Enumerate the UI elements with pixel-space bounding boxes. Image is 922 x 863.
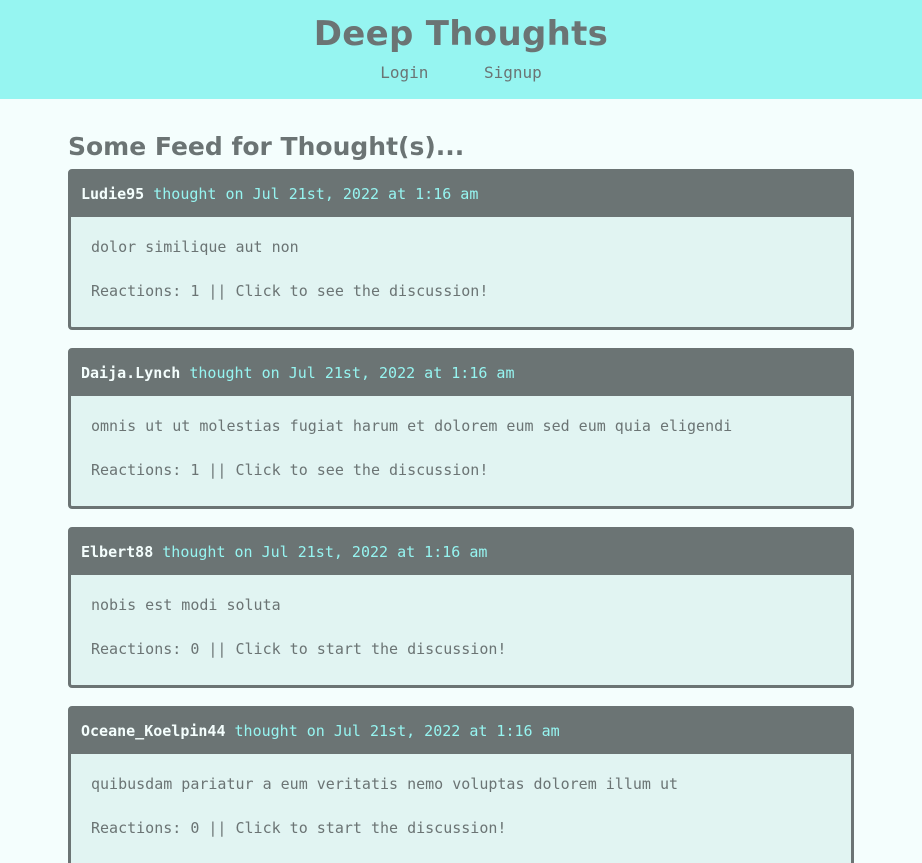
thought-reactions-link[interactable]: Reactions: 0 || Click to start the discu… [91, 818, 831, 838]
thought-card-header: Oceane_Koelpin44 thought on Jul 21st, 20… [71, 709, 851, 754]
thought-username-link[interactable]: Oceane_Koelpin44 [81, 722, 226, 740]
thought-meta: thought on Jul 21st, 2022 at 1:16 am [162, 543, 488, 561]
main-content: Some Feed for Thought(s)... Ludie95 thou… [0, 99, 922, 863]
thought-reactions-link[interactable]: Reactions: 1 || Click to see the discuss… [91, 281, 831, 301]
thought-username-link[interactable]: Elbert88 [81, 543, 153, 561]
thought-card-body[interactable]: quibusdam pariatur a eum veritatis nemo … [71, 754, 851, 863]
thought-text: nobis est modi soluta [91, 596, 281, 614]
thought-reactions-link[interactable]: Reactions: 1 || Click to see the discuss… [91, 460, 831, 480]
thought-text: dolor similique aut non [91, 238, 299, 256]
feed-title: Some Feed for Thought(s)... [68, 132, 465, 161]
thought-card[interactable]: Ludie95 thought on Jul 21st, 2022 at 1:1… [68, 169, 854, 330]
login-link[interactable]: Login [380, 63, 428, 82]
thought-meta: thought on Jul 21st, 2022 at 1:16 am [189, 364, 515, 382]
thought-username-link[interactable]: Ludie95 [81, 185, 144, 203]
thought-card-header: Daija.Lynch thought on Jul 21st, 2022 at… [71, 351, 851, 396]
site-title[interactable]: Deep Thoughts [0, 12, 922, 56]
thought-card-body[interactable]: dolor similique aut non Reactions: 1 || … [71, 217, 851, 327]
thought-card-body[interactable]: omnis ut ut molestias fugiat harum et do… [71, 396, 851, 506]
thought-card-body[interactable]: nobis est modi soluta Reactions: 0 || Cl… [71, 575, 851, 685]
thought-meta: thought on Jul 21st, 2022 at 1:16 am [153, 185, 479, 203]
thought-card-header: Elbert88 thought on Jul 21st, 2022 at 1:… [71, 530, 851, 575]
main-nav: Login Signup [0, 63, 922, 82]
thought-username-link[interactable]: Daija.Lynch [81, 364, 180, 382]
thought-card[interactable]: Elbert88 thought on Jul 21st, 2022 at 1:… [68, 527, 854, 688]
thought-card[interactable]: Daija.Lynch thought on Jul 21st, 2022 at… [68, 348, 854, 509]
thought-text: quibusdam pariatur a eum veritatis nemo … [91, 775, 678, 793]
thought-text: omnis ut ut molestias fugiat harum et do… [91, 417, 733, 435]
thought-meta: thought on Jul 21st, 2022 at 1:16 am [234, 722, 560, 740]
signup-link[interactable]: Signup [484, 63, 542, 82]
thought-card[interactable]: Oceane_Koelpin44 thought on Jul 21st, 20… [68, 706, 854, 863]
thought-reactions-link[interactable]: Reactions: 0 || Click to start the discu… [91, 639, 831, 659]
site-header: Deep Thoughts Login Signup [0, 0, 922, 99]
thought-card-header: Ludie95 thought on Jul 21st, 2022 at 1:1… [71, 172, 851, 217]
